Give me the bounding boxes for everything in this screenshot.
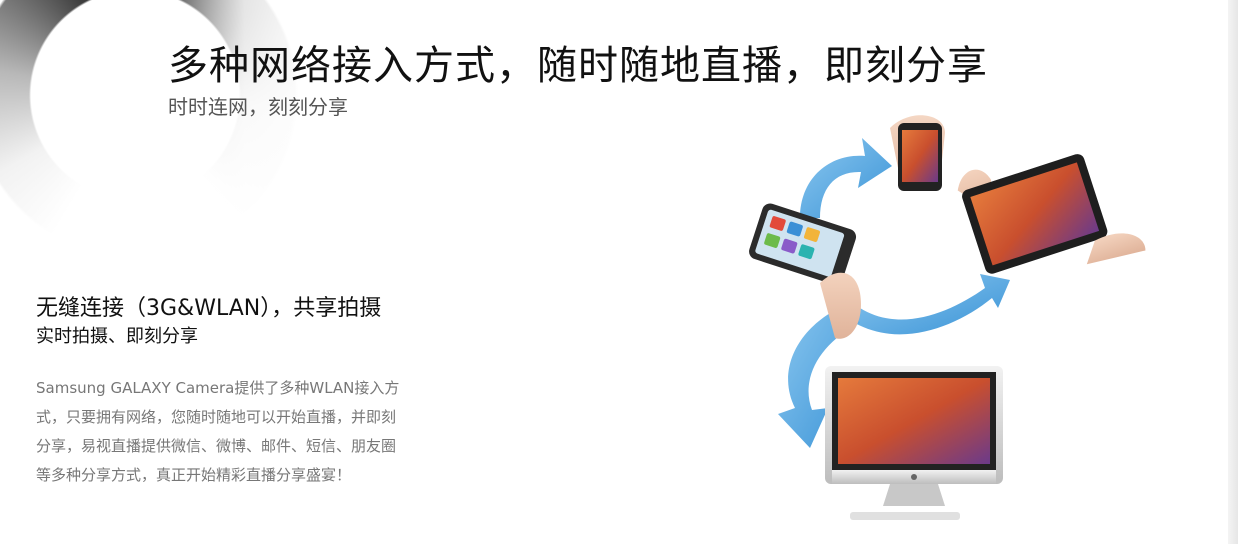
arrow-right-icon [855,274,1010,335]
feature-subheading: 实时拍摄、即刻分享 [36,326,198,347]
feature-description: Samsung GALAXY Camera提供了多种WLAN接入方式，只要拥有网… [36,379,400,484]
page-title: 多种网络接入方式，随时随地直播，即刻分享 [168,43,988,89]
tablet-device [957,154,1146,274]
page-subtitle: 时时连网，刻刻分享 [168,95,348,119]
sharing-illustration [749,115,1146,520]
page-edge-scrollbar [1228,0,1238,544]
arrow-up-icon [800,138,892,218]
feature-heading: 无缝连接（3G&WLAN），共享拍摄 [36,296,382,321]
smartphone-device [890,115,945,191]
imac-computer [825,366,1003,520]
